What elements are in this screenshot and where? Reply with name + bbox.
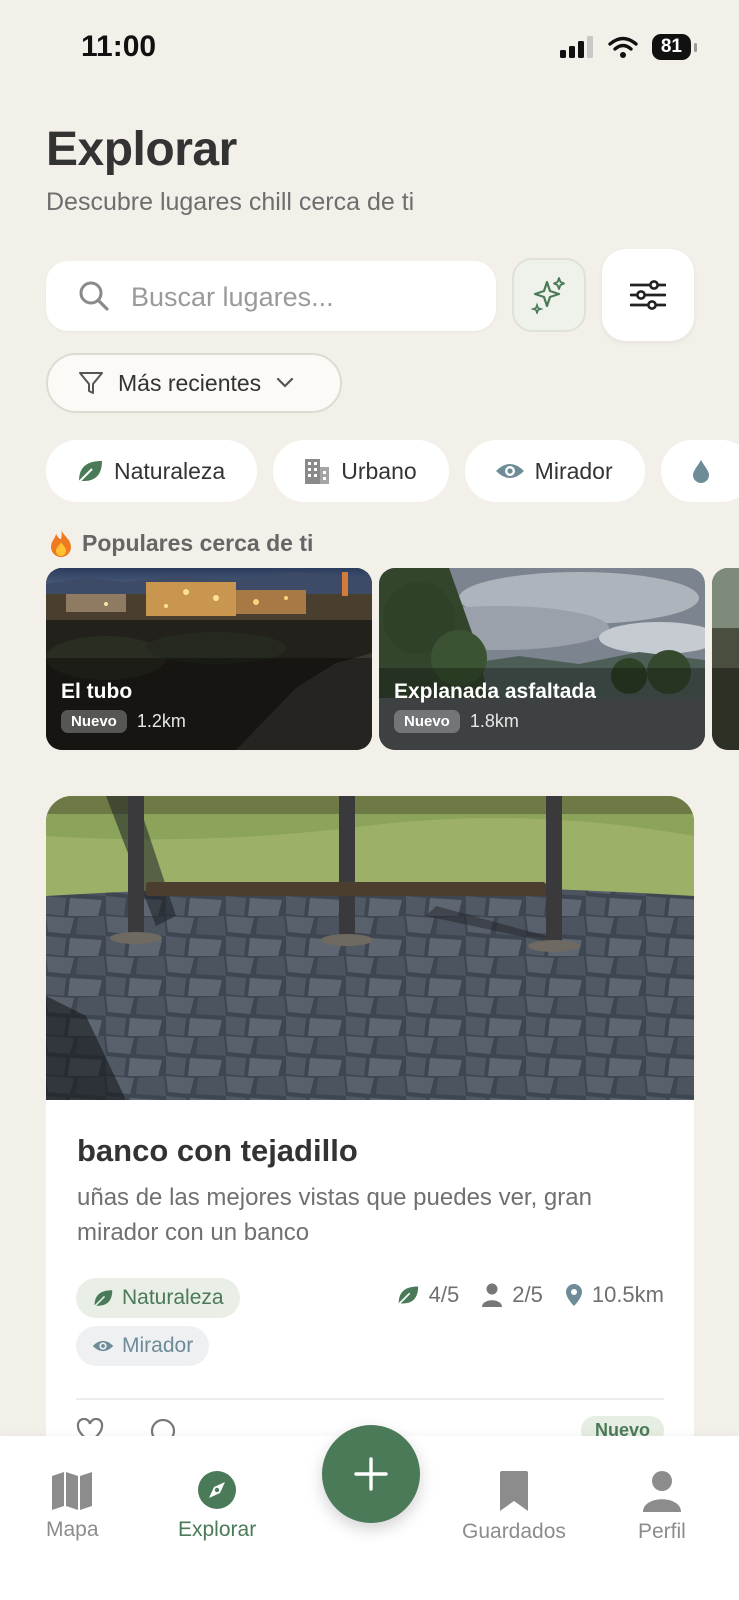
status-time: 11:00 [81,30,157,63]
tab-mapa[interactable]: Mapa [46,1470,99,1542]
tag-label: Naturaleza [122,1286,224,1309]
map-icon [52,1472,93,1510]
search-icon [79,281,109,311]
sparkles-icon [530,277,565,314]
chip-agua[interactable] [660,440,739,502]
popular-heading-text: Populares cerca de ti [82,529,314,556]
person-icon [482,1283,503,1307]
place-tag-naturaleza: Naturaleza [76,1278,240,1318]
distance: 10.5km [565,1282,664,1308]
building-icon [305,459,330,484]
new-badge: Nuevo [394,710,460,733]
chip-label: Naturaleza [114,457,226,484]
popular-card-distance: 1.8km [469,711,519,731]
add-place-button[interactable] [322,1425,420,1523]
chip-naturaleza[interactable]: Naturaleza [46,440,258,502]
compass-icon [198,1471,237,1509]
search-input[interactable] [129,261,483,333]
distance-value: 10.5km [591,1282,664,1307]
status-icons: 81 [559,34,698,60]
leaf-icon [93,1290,113,1308]
popular-card-meta: Nuevo 1.2km [61,710,186,733]
tag-label: Mirador [122,1334,194,1357]
bookmark-icon [499,1471,528,1511]
filter-funnel-icon [79,372,103,394]
popular-card-name: Explanada asfaltada [394,680,596,703]
new-badge: Nuevo [61,710,127,733]
chip-label: Urbano [341,457,417,484]
eye-icon [495,464,524,478]
leaf-icon [396,1286,418,1306]
tab-explorar[interactable]: Explorar [178,1470,256,1542]
popular-card-name: El tubo [61,680,133,703]
place-photo [46,796,694,1100]
place-card[interactable]: banco con tejadillo uñas de las mejores … [46,796,694,1446]
popular-card-el-tubo[interactable]: El tubo Nuevo 1.2km [46,568,372,750]
place-description: uñas de las mejores vistas que puedes ve… [77,1184,592,1246]
plus-icon [354,1457,388,1491]
place-photo [712,568,739,750]
leaf-icon [77,461,102,484]
signal-icon [559,36,593,58]
battery-indicator: 81 [651,34,698,60]
popular-card-meta: Nuevo 1.8km [394,710,519,733]
chevron-down-icon [277,377,294,388]
popular-card-distance: 1.2km [136,711,186,731]
location-pin-icon [565,1284,582,1306]
filters-button[interactable] [602,249,694,341]
wifi-icon [608,36,638,58]
status-bar: 11:00 81 [0,0,739,100]
people-rating: 2/5 [481,1282,543,1308]
ai-suggest-button[interactable] [512,258,586,332]
category-chips: Naturaleza Urbano Mirador [46,440,739,502]
popular-card-explanada[interactable]: Explanada asfaltada Nuevo 1.8km [379,568,705,750]
page-subtitle: Descubre lugares chill cerca de ti [46,188,415,216]
place-title: banco con tejadillo [77,1133,358,1168]
sliders-icon [630,280,666,310]
sort-dropdown[interactable]: Más recientes [46,353,342,413]
tab-label: Perfil [638,1520,686,1543]
fire-icon [51,529,71,557]
chip-label: Mirador [534,457,613,484]
place-stats: 4/5 2/5 10.5km [396,1282,664,1308]
chip-mirador[interactable]: Mirador [464,440,645,502]
nature-rating: 4/5 [396,1282,460,1308]
tab-label: Mapa [46,1518,99,1541]
people-rating-value: 2/5 [512,1282,543,1307]
tab-guardados[interactable]: Guardados [462,1470,566,1544]
popular-card-peek[interactable] [712,568,739,750]
search-bar[interactable] [46,261,496,333]
chip-urbano[interactable]: Urbano [273,440,449,502]
card-divider [76,1398,664,1400]
popular-heading: Populares cerca de ti [48,528,313,558]
tab-label: Explorar [178,1518,257,1541]
place-tag-mirador: Mirador [76,1326,210,1366]
nature-rating-value: 4/5 [428,1282,460,1307]
water-drop-icon [692,460,709,483]
page-title: Explorar [46,123,237,176]
sort-label: Más recientes [118,369,262,396]
person-icon [642,1471,681,1512]
eye-icon [92,1340,114,1352]
tab-label: Guardados [462,1520,566,1543]
tab-perfil[interactable]: Perfil [638,1470,686,1544]
